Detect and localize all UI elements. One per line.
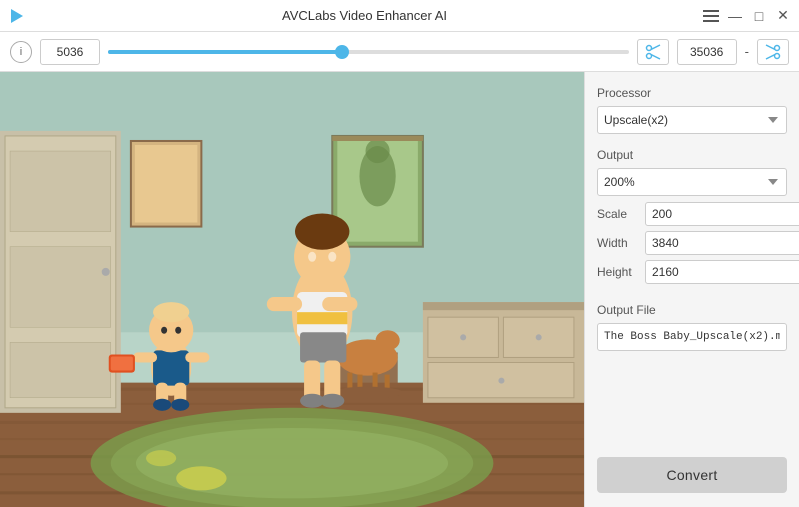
frame-start-input[interactable] [40, 39, 100, 65]
output-quality-select[interactable]: 200% 100% 150% 400% [597, 168, 787, 196]
scale-row: Scale % [597, 202, 787, 226]
settings-panel: Processor Upscale(x2) Upscale(x4) Denois… [584, 72, 799, 507]
minimize-button[interactable]: — [727, 8, 743, 24]
scale-input[interactable] [645, 202, 799, 226]
info-button[interactable]: i [10, 41, 32, 63]
dash-separator: - [745, 44, 749, 59]
output-file-section: Output File [597, 303, 787, 351]
frame-end-input[interactable] [677, 39, 737, 65]
processor-section: Processor Upscale(x2) Upscale(x4) Denois… [597, 86, 787, 134]
restore-button[interactable]: □ [751, 8, 767, 24]
height-row: Height [597, 260, 787, 284]
titlebar: AVCLabs Video Enhancer AI — □ ✕ [0, 0, 799, 32]
output-file-label: Output File [597, 303, 787, 317]
video-frame [0, 72, 584, 507]
app-title: AVCLabs Video Enhancer AI [26, 8, 703, 23]
video-preview [0, 72, 584, 507]
width-row: Width [597, 231, 787, 255]
toolbar: i - [0, 32, 799, 72]
output-file-input[interactable] [597, 323, 787, 351]
menu-button[interactable] [703, 8, 719, 24]
app-logo [8, 7, 26, 25]
height-input[interactable] [645, 260, 799, 284]
convert-button[interactable]: Convert [597, 457, 787, 493]
width-label: Width [597, 236, 639, 250]
output-label: Output [597, 148, 787, 162]
processor-label: Processor [597, 86, 787, 100]
width-input[interactable] [645, 231, 799, 255]
output-section: Output 200% 100% 150% 400% Scale % Width… [597, 148, 787, 289]
scale-label: Scale [597, 207, 639, 221]
cut-right-button[interactable] [757, 39, 789, 65]
cut-left-button[interactable] [637, 39, 669, 65]
window-controls: — □ ✕ [703, 8, 791, 24]
close-button[interactable]: ✕ [775, 8, 791, 24]
timeline-slider[interactable] [108, 50, 629, 54]
main-content: Processor Upscale(x2) Upscale(x4) Denois… [0, 72, 799, 507]
height-label: Height [597, 265, 639, 279]
processor-select[interactable]: Upscale(x2) Upscale(x4) Denoise Deinterl… [597, 106, 787, 134]
